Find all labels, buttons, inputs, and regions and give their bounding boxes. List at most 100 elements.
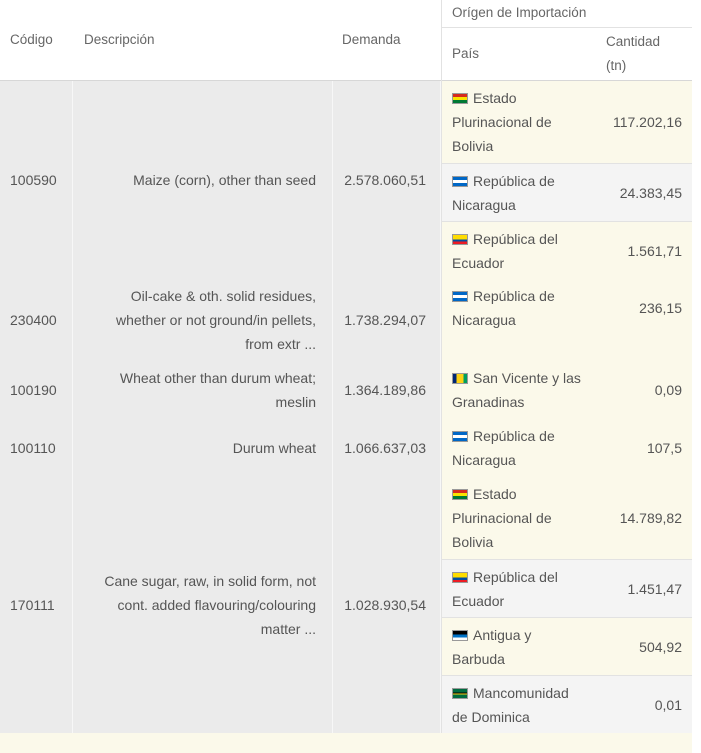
table-body: 100590 Maize (corn), other than seed 2.578…	[0, 81, 692, 753]
pais-text: República de	[473, 173, 555, 189]
bolivia-flag-icon	[452, 93, 468, 104]
origin-row[interactable]: Mancomunidad de Dominica 0,01	[441, 675, 692, 733]
pais-cell: República del Ecuador	[452, 227, 592, 275]
pais-line: Estado	[452, 86, 592, 110]
descripcion-line: matter ...	[260, 621, 316, 637]
pais-text: Granadinas	[452, 394, 525, 410]
pais-cell: Estado Plurinacional de Bolivia	[452, 86, 592, 158]
table-header: Código Descripción Demanda Orígen de Imp…	[0, 0, 692, 81]
descripcion-cell: Oil-cake & oth. solid residues, whether o…	[73, 284, 316, 356]
header-demanda[interactable]: Demanda	[342, 28, 401, 52]
pais-line: Plurinacional de	[452, 506, 592, 530]
pais-line: República del	[452, 227, 592, 251]
pais-line: Nicaragua	[452, 308, 592, 332]
codigo-cell: 170111	[10, 597, 55, 613]
pais-text: República de	[473, 428, 555, 444]
nicaragua-flag-icon	[452, 176, 468, 187]
header-codigo[interactable]: Código	[10, 28, 53, 52]
pais-line: Granadinas	[452, 390, 592, 414]
origin-row[interactable]: República de Nicaragua 236,15	[441, 279, 692, 361]
pais-text: Bolivia	[452, 534, 494, 550]
pais-text: Plurinacional de	[452, 510, 552, 526]
pais-cell: Antigua y Barbuda	[452, 623, 592, 671]
san-vicente-flag-icon	[452, 373, 468, 384]
pais-line: República de	[452, 424, 592, 448]
header-descripcion[interactable]: Descripción	[84, 28, 155, 52]
nicaragua-flag-icon	[452, 431, 468, 442]
pais-line: República de	[452, 169, 592, 193]
descripcion-line: meslin	[275, 394, 316, 410]
pais-cell: República de Nicaragua	[452, 424, 592, 472]
ecuador-flag-icon	[452, 234, 468, 245]
demanda-cell: 1.738.294,07	[344, 312, 426, 328]
table-row: 100590 Maize (corn), other than seed 2.578…	[0, 81, 692, 279]
header-cantidad[interactable]: Cantidad (tn)	[606, 30, 660, 78]
table-row: 100110 Durum wheat 1.066.637,03 República d…	[0, 419, 692, 477]
pais-text: Mancomunidad	[473, 685, 569, 701]
descripcion-cell: Maize (corn), other than seed	[73, 168, 316, 192]
pais-line: República de	[452, 284, 592, 308]
pais-line: San Vicente y las	[452, 366, 592, 390]
pais-line: Antigua y	[452, 623, 592, 647]
pais-text: de Dominica	[452, 709, 530, 725]
origin-row[interactable]: Estado Plurinacional de Bolivia 14.789,82	[441, 477, 692, 559]
pais-text: Antigua y	[473, 627, 532, 643]
descripcion-line: Cane sugar, raw, in solid form, not	[104, 573, 316, 589]
header-cantidad-unit: (tn)	[606, 58, 627, 73]
origin-row[interactable]: Estado Plurinacional de Bolivia 117.202,16	[441, 81, 692, 163]
cantidad-cell: 14.789,82	[619, 510, 682, 526]
bolivia-flag-icon	[452, 489, 468, 500]
cantidad-cell: 1.561,71	[627, 243, 683, 259]
dominica-flag-icon	[452, 688, 468, 699]
ecuador-flag-icon	[452, 572, 468, 583]
descripcion-cell: Durum wheat	[73, 436, 316, 460]
table-row: 170111 Cane sugar, raw, in solid form, no…	[0, 477, 692, 733]
header-origen-divider	[441, 0, 442, 81]
pais-cell: San Vicente y las Granadinas	[452, 366, 592, 414]
pais-text: Barbuda	[452, 651, 505, 667]
descripcion-line: whether or not ground/in pellets,	[115, 312, 316, 328]
origin-row[interactable]: Antigua y Barbuda 504,92	[441, 617, 692, 675]
demanda-cell: 1.364.189,86	[344, 382, 426, 398]
origin-row[interactable]: República del Ecuador 1.561,71	[441, 221, 692, 279]
table-row: 230400 Oil-cake & oth. solid residues, whe…	[0, 279, 692, 361]
cantidad-cell: 1.451,47	[627, 581, 683, 597]
pais-text: Ecuador	[452, 255, 505, 271]
origin-row[interactable]: República del Ecuador 1.451,47	[441, 559, 692, 617]
antigua-flag-icon	[452, 630, 468, 641]
pais-line: Barbuda	[452, 647, 592, 671]
pais-text: Estado	[473, 90, 517, 106]
pais-line: Mancomunidad	[452, 681, 592, 705]
cantidad-cell: 0,09	[654, 382, 682, 398]
demanda-cell: 2.578.060,51	[344, 172, 426, 188]
demanda-cell: 1.028.930,54	[344, 597, 426, 613]
codigo-cell: 100190	[10, 382, 57, 398]
origin-row[interactable]: República de Nicaragua 24.383,45	[441, 163, 692, 221]
descripcion-line: Durum wheat	[232, 440, 316, 456]
pais-text: Ecuador	[452, 593, 505, 609]
pais-line: Plurinacional de	[452, 110, 592, 134]
table-row: 100190 Wheat other than durum wheat; mesli…	[0, 361, 692, 419]
demanda-cell: 1.066.637,03	[344, 440, 426, 456]
pais-line: Ecuador	[452, 251, 592, 275]
pais-line: Nicaragua	[452, 448, 592, 472]
table-row-partial	[0, 733, 692, 753]
header-pais[interactable]: País	[452, 42, 479, 66]
descripcion-line: cont. added flavouring/colouring	[117, 597, 316, 613]
codigo-cell: 230400	[10, 312, 57, 328]
pais-text: República del	[473, 569, 558, 585]
pais-text: Bolivia	[452, 138, 494, 154]
origin-row[interactable]: República de Nicaragua 107,5	[441, 419, 692, 477]
pais-line: Ecuador	[452, 589, 592, 613]
pais-text: Plurinacional de	[452, 114, 552, 130]
codigo-cell: 100590	[10, 172, 57, 188]
codigo-cell: 100110	[10, 440, 56, 456]
pais-line: Nicaragua	[452, 193, 592, 217]
pais-line: Estado	[452, 482, 592, 506]
origin-row[interactable]: San Vicente y las Granadinas 0,09	[441, 361, 692, 419]
descripcion-line: Maize (corn), other than seed	[133, 172, 316, 188]
pais-text: Estado	[473, 486, 517, 502]
import-demand-table: Código Descripción Demanda Orígen de Imp…	[0, 0, 692, 753]
pais-line: República del	[452, 565, 592, 589]
pais-cell: Mancomunidad de Dominica	[452, 681, 592, 729]
